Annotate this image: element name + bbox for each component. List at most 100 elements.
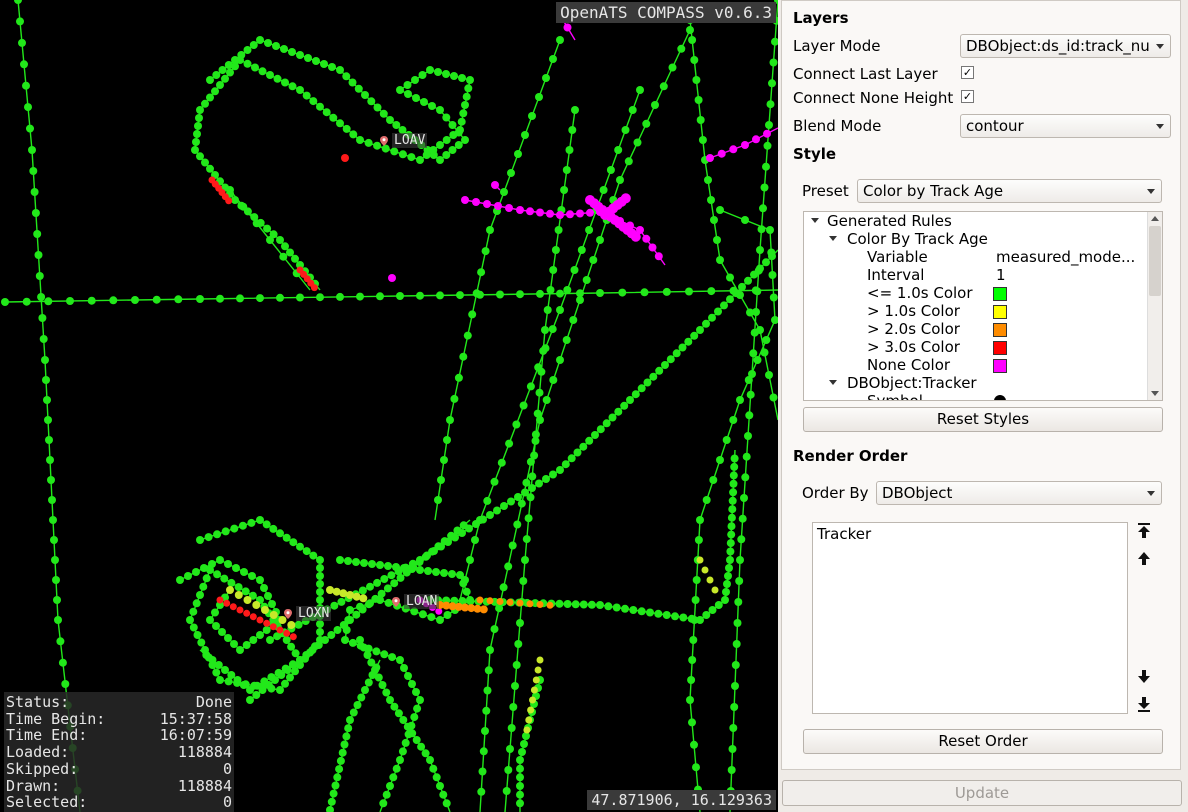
track-point xyxy=(432,773,441,782)
render-order-list[interactable]: Tracker xyxy=(812,522,1128,714)
track-point xyxy=(416,556,424,564)
track-point xyxy=(548,325,557,334)
track-point xyxy=(262,520,271,529)
track-point xyxy=(316,572,324,580)
color-swatch-none[interactable] xyxy=(993,359,1007,373)
track-point xyxy=(576,296,584,304)
track-point xyxy=(746,308,754,317)
airport-marker-loan[interactable]: LOAN xyxy=(392,594,440,609)
track-line xyxy=(434,39,561,521)
track-point xyxy=(608,413,617,422)
expand-triangle-icon[interactable] xyxy=(829,236,837,241)
track-point xyxy=(692,76,701,84)
track-point xyxy=(302,547,311,556)
track-point xyxy=(677,44,686,53)
track-point xyxy=(371,594,380,603)
track-point xyxy=(221,527,230,536)
track-point xyxy=(678,343,687,352)
track-point xyxy=(281,679,289,688)
tree-item-generated-rules[interactable]: Generated Rules xyxy=(827,212,952,230)
track-point xyxy=(232,564,240,572)
track-point xyxy=(768,271,777,279)
skipped-label: Skipped: xyxy=(6,759,79,778)
track-point xyxy=(396,292,404,300)
track-point xyxy=(316,588,324,596)
scroll-down-icon[interactable] xyxy=(1151,391,1159,396)
style-rules-tree[interactable]: Generated Rules Color By Track Age Varia… xyxy=(803,211,1163,401)
track-point xyxy=(708,606,717,614)
track-point xyxy=(720,301,728,310)
track-point xyxy=(461,101,469,109)
track-point xyxy=(456,571,464,579)
move-up-icon[interactable] xyxy=(1137,551,1151,567)
tree-variable-value[interactable]: measured_mode... xyxy=(996,248,1135,266)
track-point xyxy=(477,268,486,277)
track-point xyxy=(256,294,264,303)
move-down-icon[interactable] xyxy=(1137,668,1151,684)
track-point xyxy=(401,738,410,747)
expand-triangle-icon[interactable] xyxy=(811,218,819,223)
move-to-bottom-icon[interactable] xyxy=(1137,696,1151,712)
track-point xyxy=(34,251,43,259)
track-point xyxy=(689,636,698,644)
track-point xyxy=(408,680,416,688)
order-by-value: DBObject xyxy=(882,484,953,502)
track-point xyxy=(511,682,519,690)
expand-triangle-icon[interactable] xyxy=(829,380,837,385)
track-point xyxy=(461,136,469,144)
track-point xyxy=(394,709,403,718)
track-point xyxy=(61,680,70,688)
track-point xyxy=(504,562,513,571)
track-point xyxy=(744,276,752,285)
track-point xyxy=(322,108,331,117)
track-point xyxy=(706,154,714,162)
track-point xyxy=(304,54,312,62)
color-swatch-gt1[interactable] xyxy=(993,305,1007,319)
track-point xyxy=(769,58,778,67)
update-button[interactable]: Update xyxy=(782,780,1182,806)
map-view[interactable]: OpenATS COMPASS v0.6.3 LOAV LOXN LOAN St… xyxy=(0,0,778,812)
move-to-top-icon[interactable] xyxy=(1137,523,1151,539)
track-point xyxy=(542,74,550,82)
track-point xyxy=(196,536,204,544)
scrollbar-thumb[interactable] xyxy=(1149,226,1161,296)
connect-last-checkbox[interactable]: ✓ xyxy=(961,66,974,79)
track-point xyxy=(296,293,304,302)
track-point xyxy=(649,372,658,381)
track-point xyxy=(528,484,536,492)
airport-marker-loxn[interactable]: LOXN xyxy=(284,606,332,621)
layer-mode-select[interactable]: DBObject:ds_id:track_nu xyxy=(960,34,1171,58)
airport-marker-loav[interactable]: LOAV xyxy=(380,133,428,148)
track-point xyxy=(483,686,492,695)
track-point xyxy=(507,169,515,177)
track-point xyxy=(358,605,367,614)
track-point xyxy=(536,416,544,424)
blend-mode-select[interactable]: contour xyxy=(960,114,1171,138)
preset-select[interactable]: Color by Track Age xyxy=(857,179,1162,203)
track-point xyxy=(330,601,339,610)
color-swatch-le1[interactable] xyxy=(993,287,1007,301)
symbol-circle-icon[interactable] xyxy=(994,395,1006,400)
track-point xyxy=(662,611,671,619)
track-point xyxy=(29,167,38,175)
track-point xyxy=(373,578,382,587)
reset-styles-button[interactable]: Reset Styles xyxy=(803,407,1163,432)
track-point xyxy=(500,188,508,196)
scroll-up-icon[interactable] xyxy=(1151,216,1159,221)
tree-interval-value[interactable]: 1 xyxy=(996,266,1006,284)
list-item[interactable]: Tracker xyxy=(817,525,871,543)
color-swatch-gt2[interactable] xyxy=(993,323,1007,337)
track-point xyxy=(530,686,538,694)
connect-none-checkbox[interactable]: ✓ xyxy=(961,90,974,103)
track-point xyxy=(766,100,775,109)
order-by-select[interactable]: DBObject xyxy=(876,481,1162,505)
track-point xyxy=(763,141,772,150)
color-swatch-gt3[interactable] xyxy=(993,341,1007,355)
track-point xyxy=(765,121,773,129)
status-overlay: Status: Done Time Begin: 15:37:58 Time End… xyxy=(4,692,234,812)
tree-scrollbar[interactable] xyxy=(1147,212,1162,400)
track-point xyxy=(756,326,764,334)
tree-item-color-by-track-age[interactable]: Color By Track Age xyxy=(847,230,988,248)
reset-order-button[interactable]: Reset Order xyxy=(803,729,1163,754)
tree-item-dbobject-tracker[interactable]: DBObject:Tracker xyxy=(847,374,977,392)
